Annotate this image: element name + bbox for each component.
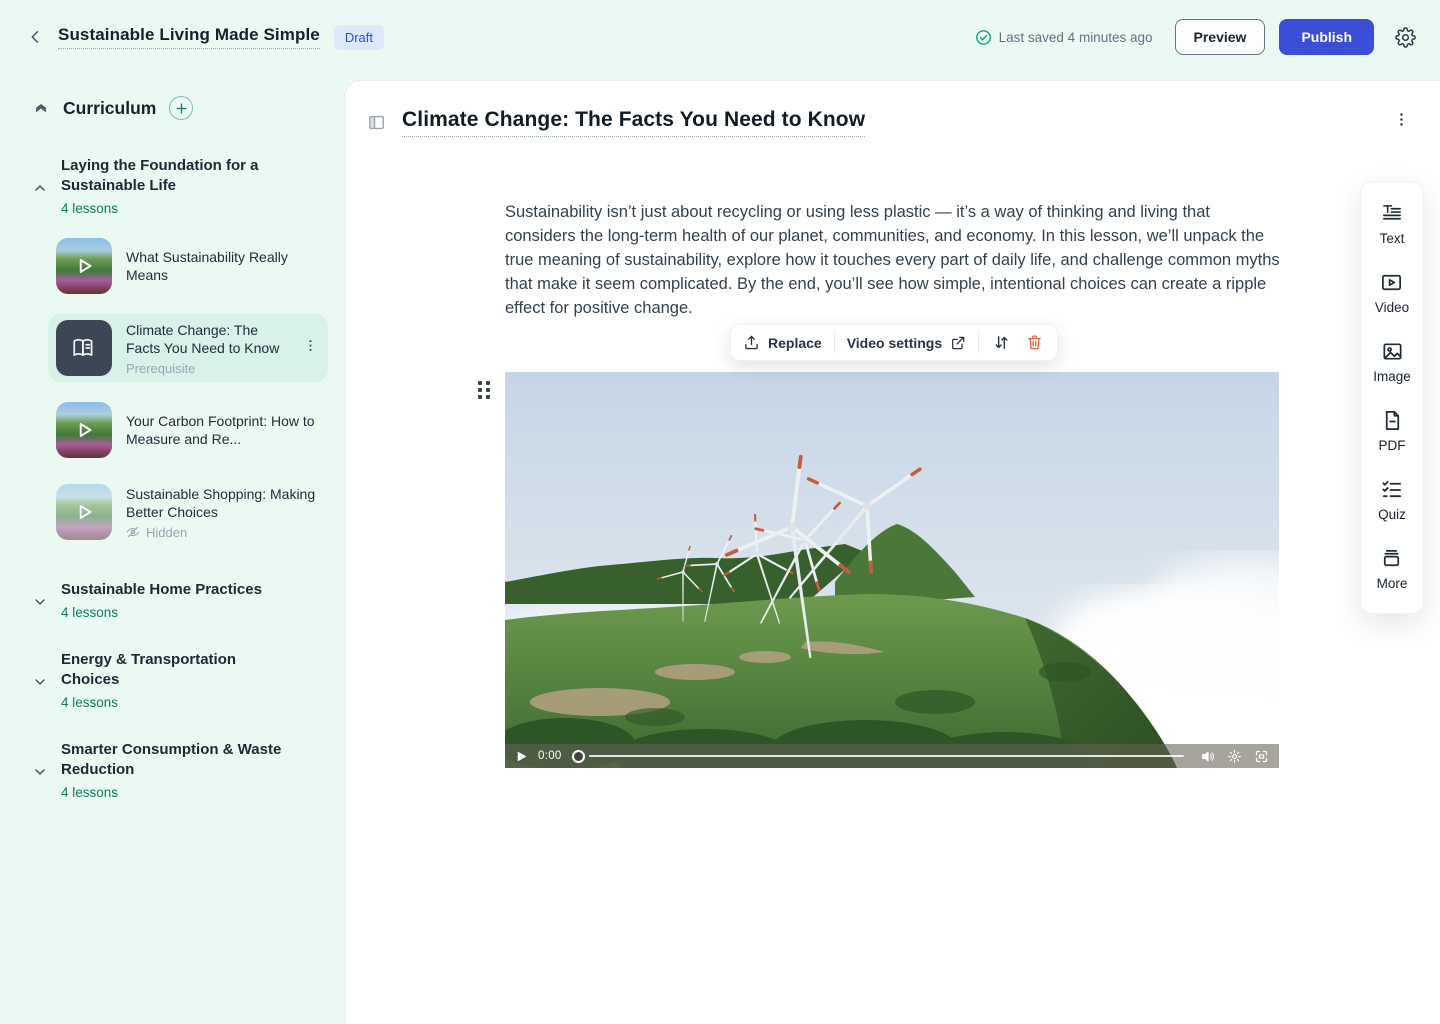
insert-block-panel: Text Video Image PDF Quiz More — [1360, 181, 1424, 614]
lesson-title: Sustainable Shopping: Making Better Choi… — [126, 485, 320, 522]
block-drag-handle-icon[interactable] — [475, 377, 493, 403]
video-block-icon — [1380, 271, 1403, 294]
section-title: Laying the Foundation for a Sustainable … — [61, 156, 287, 196]
external-link-icon — [950, 335, 966, 351]
lesson-video-thumbnail — [56, 402, 112, 458]
chevron-up-icon[interactable] — [32, 180, 48, 196]
section-lesson-count: 4 lessons — [61, 785, 287, 800]
lesson-video-player[interactable]: 0:00 — [505, 372, 1279, 768]
status-badge: Draft — [334, 25, 384, 50]
section-header[interactable]: Laying the Foundation for a Sustainable … — [32, 156, 328, 216]
top-bar-actions: Last saved 4 minutes ago Preview Publish — [975, 19, 1420, 55]
more-blocks-icon — [1380, 547, 1403, 570]
video-volume-icon[interactable] — [1200, 749, 1215, 764]
image-block-icon — [1381, 340, 1404, 363]
section-title: Smarter Consumption & Waste Reduction — [61, 740, 287, 780]
lesson-badge-hidden: Hidden — [126, 525, 320, 540]
section-header[interactable]: Sustainable Home Practices 4 lessons — [32, 580, 328, 620]
last-saved-status: Last saved 4 minutes ago — [975, 29, 1153, 46]
chevron-down-icon[interactable] — [32, 594, 48, 610]
lesson-item-hidden[interactable]: Sustainable Shopping: Making Better Choi… — [48, 478, 328, 546]
lesson-video-thumbnail — [56, 238, 112, 294]
play-icon — [56, 484, 112, 540]
tool-video[interactable]: Video — [1375, 271, 1409, 315]
video-progress-track[interactable] — [589, 755, 1184, 757]
lesson-badge-prerequisite: Prerequisite — [126, 361, 287, 376]
preview-button[interactable]: Preview — [1175, 19, 1266, 55]
curriculum-sidebar: Curriculum Laying the Foundation for a S… — [0, 74, 344, 1024]
lesson-item[interactable]: What Sustainability Really Means — [48, 232, 328, 300]
play-icon — [56, 402, 112, 458]
eye-off-icon — [126, 525, 140, 539]
lesson-intro-paragraph[interactable]: Sustainability isn’t just about recyclin… — [505, 200, 1281, 320]
video-fullscreen-icon[interactable] — [1254, 749, 1269, 764]
curriculum-section: Laying the Foundation for a Sustainable … — [32, 156, 328, 546]
tool-text[interactable]: Text — [1380, 202, 1405, 246]
video-current-time: 0:00 — [538, 750, 562, 762]
lesson-header: Climate Change: The Facts You Need to Kn… — [345, 81, 1440, 137]
add-section-button[interactable] — [169, 96, 193, 120]
lesson-title: Climate Change: The Facts You Need to Kn… — [126, 321, 287, 358]
section-lesson-count: 4 lessons — [61, 605, 287, 620]
course-title[interactable]: Sustainable Living Made Simple — [58, 25, 320, 49]
text-block-icon — [1380, 202, 1403, 225]
lesson-item[interactable]: Your Carbon Footprint: How to Measure an… — [48, 396, 328, 464]
move-block-icon[interactable] — [991, 332, 1012, 353]
section-lesson-count: 4 lessons — [61, 695, 287, 710]
last-saved-text: Last saved 4 minutes ago — [999, 30, 1153, 45]
video-controls-bar: 0:00 — [505, 744, 1279, 768]
chevron-down-icon[interactable] — [32, 674, 48, 690]
check-circle-icon — [975, 29, 992, 46]
lesson-options-kebab-icon[interactable] — [1389, 107, 1414, 137]
curriculum-header: Curriculum — [32, 96, 328, 120]
tool-more[interactable]: More — [1377, 547, 1408, 591]
quiz-block-icon — [1380, 478, 1403, 501]
section-header[interactable]: Smarter Consumption & Waste Reduction 4 … — [32, 740, 328, 800]
top-bar: Sustainable Living Made Simple Draft Las… — [0, 0, 1440, 74]
lesson-item-selected[interactable]: Climate Change: The Facts You Need to Kn… — [48, 314, 328, 382]
lesson-list: What Sustainability Really Means Climate… — [48, 232, 328, 546]
section-lesson-count: 4 lessons — [61, 201, 287, 216]
curriculum-section: Energy & Transportation Choices 4 lesson… — [32, 650, 328, 710]
tool-pdf[interactable]: PDF — [1379, 409, 1406, 453]
wind-farm-video-frame — [505, 372, 1279, 768]
delete-block-icon[interactable] — [1024, 332, 1045, 353]
lesson-editor-canvas: Climate Change: The Facts You Need to Kn… — [344, 80, 1440, 1024]
lesson-kebab-icon[interactable] — [301, 334, 320, 362]
toolbar-divider — [978, 333, 979, 353]
video-settings-gear-icon[interactable] — [1227, 749, 1242, 764]
collapse-all-icon[interactable] — [32, 99, 50, 117]
tool-image[interactable]: Image — [1373, 340, 1411, 384]
section-title: Sustainable Home Practices — [61, 580, 287, 600]
video-scrubber-knob[interactable] — [572, 750, 585, 763]
plus-icon — [175, 102, 188, 115]
reading-lesson-icon — [56, 320, 112, 376]
play-icon — [56, 238, 112, 294]
lesson-title: What Sustainability Really Means — [126, 248, 320, 285]
video-block-toolbar: Replace Video settings — [730, 324, 1058, 361]
publish-button[interactable]: Publish — [1279, 19, 1374, 55]
video-settings-button[interactable]: Video settings — [847, 335, 966, 351]
toolbar-divider — [834, 333, 835, 353]
curriculum-title: Curriculum — [63, 98, 156, 119]
upload-icon — [743, 334, 760, 351]
sidebar-toggle-icon[interactable] — [363, 109, 389, 135]
tool-quiz[interactable]: Quiz — [1378, 478, 1406, 522]
settings-gear-icon[interactable] — [1390, 22, 1420, 52]
video-play-icon[interactable] — [515, 750, 528, 763]
lesson-video-thumbnail — [56, 484, 112, 540]
section-title: Energy & Transportation Choices — [61, 650, 287, 690]
book-open-icon — [71, 335, 97, 361]
pdf-block-icon — [1381, 409, 1404, 432]
replace-button[interactable]: Replace — [743, 334, 822, 351]
back-icon[interactable] — [22, 23, 50, 51]
lesson-title: Your Carbon Footprint: How to Measure an… — [126, 412, 320, 449]
chevron-down-icon[interactable] — [32, 764, 48, 780]
curriculum-section: Smarter Consumption & Waste Reduction 4 … — [32, 740, 328, 800]
lesson-page-title[interactable]: Climate Change: The Facts You Need to Kn… — [402, 108, 865, 137]
curriculum-section: Sustainable Home Practices 4 lessons — [32, 580, 328, 620]
section-header[interactable]: Energy & Transportation Choices 4 lesson… — [32, 650, 328, 710]
